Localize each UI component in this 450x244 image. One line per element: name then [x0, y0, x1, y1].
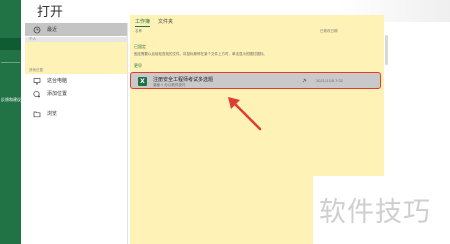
folder-icon: [33, 110, 41, 118]
annotation-arrow: [228, 97, 262, 131]
pin-icon[interactable]: [302, 78, 307, 83]
older-section-label: 更早: [134, 63, 142, 68]
page-title: 打开: [37, 5, 64, 20]
place-add-location-label: 添加位置: [47, 91, 68, 97]
nav-item-print[interactable]: [0, 106, 21, 118]
computer-icon: [33, 77, 41, 85]
file-path: 桌面 » 办公软件技巧: [153, 83, 186, 87]
file-modified-date: 2021/11/8 7:32: [316, 79, 343, 83]
nav-item-save[interactable]: [0, 82, 21, 94]
recent-file-row[interactable]: X 注册安全工程师考试多选题 桌面 » 办公软件技巧 2021/11/8 7:3…: [130, 72, 381, 89]
nav-divider: [1, 62, 20, 63]
file-tabs: 工作簿 文件夹: [130, 18, 173, 27]
tab-workbooks[interactable]: 工作簿: [135, 18, 151, 27]
place-this-pc[interactable]: 这台电脑: [25, 74, 128, 87]
nav-item-share[interactable]: [0, 118, 21, 130]
pinned-description: 固定需要以后轻松查找的文件。将鼠标悬停在某个文件上方时，单击显示的图钉图标。: [134, 52, 267, 56]
nav-item-open[interactable]: [0, 38, 21, 50]
clock-icon: [33, 26, 41, 34]
nav-item-feedback[interactable]: 反馈和建议: [0, 94, 21, 106]
globe-plus-icon: [33, 90, 41, 98]
backstage-nav: 反馈和建议: [0, 0, 21, 244]
watermark-area: 软件技巧: [313, 176, 450, 244]
panel-divider: [127, 23, 128, 244]
file-name: 注册安全工程师考试多选题: [153, 77, 214, 83]
column-date-header[interactable]: 已修改日期: [320, 29, 338, 34]
place-this-pc-label: 这台电脑: [47, 78, 68, 84]
place-recent-label: 最近: [47, 27, 58, 33]
excel-file-icon: X: [138, 77, 147, 86]
scrollbar[interactable]: [385, 35, 388, 65]
nav-item-export[interactable]: [0, 130, 21, 142]
column-headers: 名称 已修改日期: [130, 28, 384, 35]
pinned-section-label: 已固定: [134, 44, 146, 49]
place-add-location[interactable]: 添加位置: [25, 87, 128, 100]
place-browse[interactable]: 浏览: [25, 107, 128, 120]
column-name-header[interactable]: 名称: [135, 29, 142, 34]
other-places-header: 其他位置: [29, 68, 43, 72]
nav-item-info[interactable]: [0, 70, 21, 82]
watermark-text: 软件技巧: [319, 197, 431, 228]
place-recent[interactable]: 最近: [25, 23, 128, 36]
place-browse-label: 浏览: [47, 111, 58, 117]
tab-folders[interactable]: 文件夹: [158, 18, 173, 27]
